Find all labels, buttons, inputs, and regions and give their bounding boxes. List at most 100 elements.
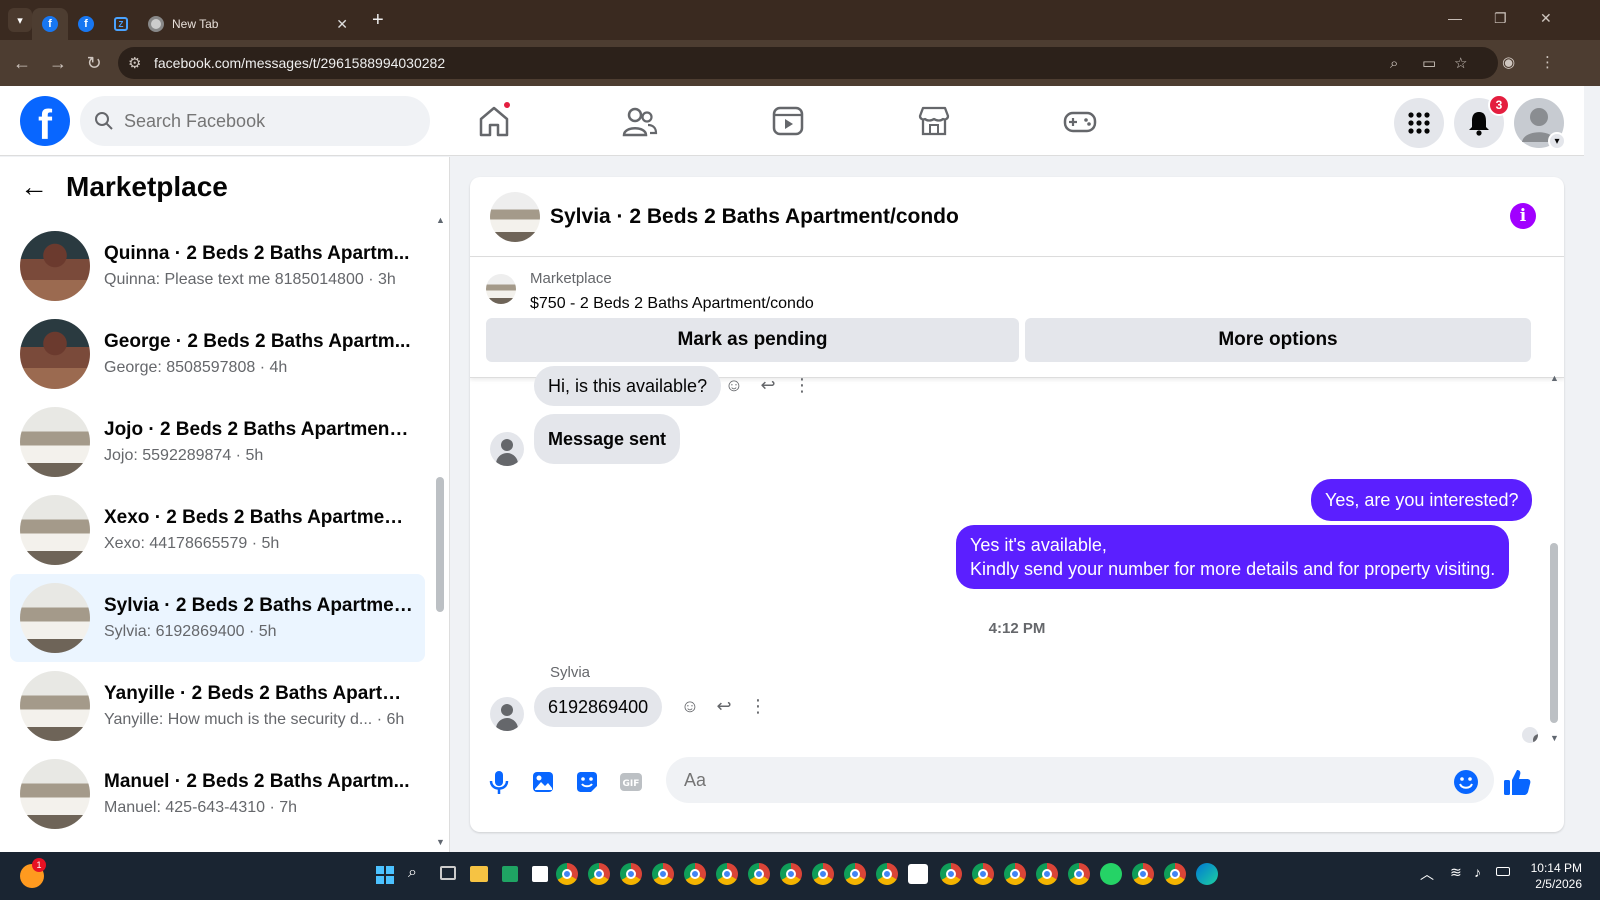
chrome-taskbar-icon[interactable]	[780, 863, 802, 885]
reload-icon[interactable]: ↻	[76, 53, 112, 74]
chrome-taskbar-icon[interactable]	[940, 863, 962, 885]
listing-title[interactable]: $750 - 2 Beds 2 Baths Apartment/condo	[530, 295, 814, 313]
gif-icon[interactable]: GIF	[618, 769, 644, 795]
store-app-icon[interactable]	[532, 866, 548, 882]
scroll-down-arrow-icon[interactable]: ▼	[1550, 733, 1559, 743]
restore-icon[interactable]: ❐	[1494, 10, 1507, 27]
video-icon[interactable]	[770, 104, 806, 138]
sticker-icon[interactable]	[574, 769, 600, 795]
task-view-icon[interactable]	[440, 866, 456, 880]
scroll-up-arrow-icon[interactable]: ▲	[436, 215, 445, 225]
chat-avatar[interactable]	[490, 191, 540, 242]
more-vertical-icon[interactable]: ⋮	[741, 696, 775, 717]
site-settings-icon[interactable]: ⚙	[128, 54, 141, 72]
react-emoji-icon[interactable]: ☺	[717, 375, 751, 396]
chrome-taskbar-icon[interactable]	[1132, 863, 1154, 885]
chrome-taskbar-icon[interactable]	[1004, 863, 1026, 885]
windows-start-icon[interactable]	[376, 866, 394, 884]
chrome-taskbar-icon[interactable]	[972, 863, 994, 885]
conversation-item[interactable]: Jojo · 2 Beds 2 Baths Apartment/... Jojo:…	[10, 398, 425, 486]
back-arrow-icon[interactable]: ←	[4, 53, 40, 74]
reply-icon[interactable]: ↩	[707, 696, 741, 717]
emoji-icon[interactable]	[1453, 769, 1479, 795]
volume-icon[interactable]: ♪	[1474, 864, 1481, 880]
friends-icon[interactable]	[622, 104, 658, 138]
tab-zillow[interactable]: Z	[104, 8, 138, 40]
browser-menu-icon[interactable]: ⋮	[1540, 53, 1555, 71]
notifications-button[interactable]: 3	[1454, 94, 1510, 148]
more-options-button[interactable]: More options	[1025, 318, 1531, 362]
chat-title[interactable]: Sylvia · 2 Beds 2 Baths Apartment/condo	[550, 205, 959, 229]
scroll-up-arrow-icon[interactable]: ▲	[1550, 373, 1559, 383]
forward-arrow-icon[interactable]: →	[40, 53, 76, 74]
sender-avatar[interactable]	[490, 697, 524, 731]
incoming-message[interactable]: Hi, is this available?	[534, 366, 722, 406]
chrome-taskbar-icon[interactable]	[556, 863, 578, 885]
conversation-item[interactable]: Quinna · 2 Beds 2 Baths Apartm... Quinna:…	[10, 222, 425, 310]
reply-icon[interactable]: ↩	[751, 375, 785, 396]
cast-icon[interactable]: ▭	[1422, 54, 1436, 72]
outgoing-message[interactable]: Yes, are you interested?	[1311, 479, 1533, 521]
taskbar-search-icon[interactable]: ⌕	[408, 864, 417, 882]
chrome-taskbar-icon[interactable]	[1164, 863, 1186, 885]
back-arrow-icon[interactable]: ←	[20, 171, 48, 203]
chrome-taskbar-icon[interactable]	[588, 863, 610, 885]
app-taskbar-icon[interactable]	[908, 864, 928, 884]
microphone-icon[interactable]	[486, 769, 512, 795]
sender-avatar[interactable]	[490, 432, 524, 466]
react-emoji-icon[interactable]: ☺	[673, 696, 707, 717]
conversation-list-scrollbar[interactable]	[436, 477, 444, 612]
incoming-message[interactable]: 6192869400	[534, 687, 663, 727]
incoming-message[interactable]: Message sent	[534, 414, 681, 464]
scroll-down-arrow-icon[interactable]: ▼	[436, 837, 445, 847]
wifi-icon[interactable]: ≋	[1450, 864, 1462, 881]
sheets-app-icon[interactable]	[502, 866, 518, 882]
minimize-icon[interactable]: —	[1448, 10, 1462, 26]
new-tab-plus-icon[interactable]: +	[372, 9, 384, 32]
chrome-taskbar-icon[interactable]	[716, 863, 738, 885]
outgoing-message[interactable]: Yes it's available, Kindly send your num…	[956, 525, 1510, 589]
conversation-item[interactable]: Xexo · 2 Beds 2 Baths Apartment... Xexo: …	[10, 486, 425, 574]
chrome-taskbar-icon[interactable]	[1036, 863, 1058, 885]
gaming-icon[interactable]	[1062, 104, 1098, 138]
chrome-taskbar-icon[interactable]	[876, 863, 898, 885]
chat-scrollbar[interactable]	[1550, 543, 1558, 723]
account-chevron-down-icon[interactable]: ▾	[1548, 132, 1566, 150]
more-vertical-icon[interactable]: ⋮	[785, 375, 819, 396]
tab-new-tab[interactable]: New Tab ✕	[138, 8, 358, 40]
marketplace-icon[interactable]	[916, 104, 952, 138]
conversation-item[interactable]: George · 2 Beds 2 Baths Apartm... George:…	[10, 310, 425, 398]
chrome-taskbar-icon[interactable]	[620, 863, 642, 885]
search-box[interactable]	[80, 96, 430, 146]
chrome-taskbar-icon[interactable]	[1068, 863, 1090, 885]
conversation-item[interactable]: Manuel · 2 Beds 2 Baths Apartm... Manuel:…	[10, 750, 425, 838]
facebook-logo-icon[interactable]: f	[20, 96, 70, 148]
chrome-taskbar-icon[interactable]	[812, 863, 834, 885]
search-input[interactable]	[124, 110, 404, 132]
battery-icon[interactable]	[1496, 867, 1510, 876]
menu-grid-button[interactable]	[1394, 98, 1444, 148]
edge-taskbar-icon[interactable]	[1196, 863, 1218, 885]
file-explorer-icon[interactable]	[470, 866, 488, 882]
mark-as-pending-button[interactable]: Mark as pending	[486, 318, 1019, 362]
close-tab-icon[interactable]: ✕	[336, 16, 348, 33]
window-close-icon[interactable]: ✕	[1540, 10, 1552, 27]
conversation-item[interactable]: Yanyille · 2 Beds 2 Baths Apartm... Yanyi…	[10, 662, 425, 750]
chrome-taskbar-icon[interactable]	[748, 863, 770, 885]
tray-chevron-up-icon[interactable]: ︿	[1420, 864, 1434, 884]
conversation-item-selected[interactable]: Sylvia · 2 Beds 2 Baths Apartmen... Sylvi…	[10, 574, 425, 662]
tab-facebook-messages[interactable]: f	[32, 8, 68, 40]
chrome-taskbar-icon[interactable]	[844, 863, 866, 885]
chrome-taskbar-icon[interactable]	[684, 863, 706, 885]
zoom-icon[interactable]: ⌕	[1390, 55, 1398, 72]
photo-icon[interactable]	[530, 769, 556, 795]
thumbs-up-icon[interactable]	[1502, 767, 1532, 797]
message-input[interactable]	[666, 757, 1494, 803]
tab-facebook[interactable]: f	[68, 8, 104, 40]
whatsapp-taskbar-icon[interactable]	[1100, 863, 1122, 885]
account-avatar[interactable]: ▾	[1514, 98, 1566, 150]
profile-icon[interactable]: ◉	[1502, 53, 1515, 71]
clock[interactable]: 10:14 PM 2/5/2026	[1531, 860, 1582, 892]
info-icon[interactable]: i	[1510, 203, 1536, 229]
address-bar[interactable]: ⚙ facebook.com/messages/t/29615889940302…	[118, 47, 1498, 79]
